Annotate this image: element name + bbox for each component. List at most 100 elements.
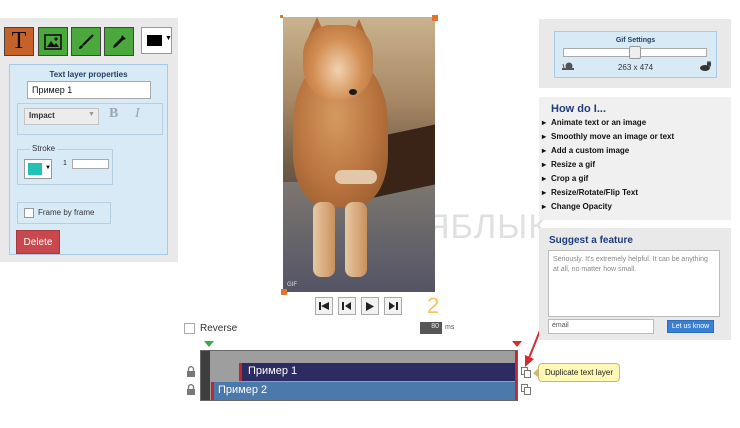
chevron-down-icon: ▼ (88, 111, 95, 118)
timeline-gutter (201, 351, 210, 400)
frame-by-frame-label: Frame by frame (38, 208, 95, 217)
image-tool-button[interactable] (38, 27, 68, 56)
dog-head (303, 25, 373, 100)
gif-watermark: GIF (287, 282, 297, 288)
bullet-icon: ▸ (542, 188, 547, 197)
cat (335, 170, 377, 184)
lock-icon[interactable] (186, 366, 196, 377)
timeline-end-marker[interactable] (512, 341, 522, 347)
how-do-i-item-label: Crop a gif (551, 174, 589, 183)
timeline: Пример 1 Пример 2 (200, 350, 518, 401)
play-icon (366, 301, 374, 311)
frame-by-frame-group: Frame by frame (17, 202, 111, 224)
text-tool-icon: T (11, 28, 27, 54)
bullet-icon: ▸ (542, 146, 547, 155)
stroke-color-swatch (28, 163, 42, 175)
how-do-i-panel: How do I... ▸ Animate text or an image ▸ S… (539, 97, 731, 220)
how-do-i-item[interactable]: ▸ Smoothly move an image or text (542, 132, 674, 146)
dog-leg (345, 202, 367, 277)
gif-size: 263 x 474 (617, 63, 654, 72)
font-select[interactable]: Impact ▼ (24, 108, 99, 125)
gif-settings-panel: Gif Settings 263 x 474 (539, 19, 731, 88)
bullet-icon: ▸ (542, 160, 547, 169)
italic-button[interactable]: I (135, 106, 140, 122)
dog-leg (313, 202, 335, 277)
resize-handle-top-left[interactable] (280, 15, 283, 18)
reverse-checkbox[interactable] (184, 323, 195, 334)
gif-canvas[interactable]: GIF (283, 17, 435, 292)
suggest-feature-textarea[interactable]: Seriously. It's extremely helpful. It ca… (548, 250, 720, 317)
timeline-end-line (515, 351, 517, 400)
stroke-width-value: 1 (63, 160, 67, 167)
how-do-i-item-label: Animate text or an image (551, 118, 647, 127)
how-do-i-item-label: Resize a gif (551, 160, 596, 169)
brush-icon (79, 33, 94, 49)
current-frame-number: 2 (427, 293, 440, 318)
layer-label: Пример 2 (218, 384, 268, 396)
how-do-i-item[interactable]: ▸ Resize/Rotate/Flip Text (542, 188, 674, 202)
timeline-layer-1[interactable]: Пример 1 (239, 363, 515, 381)
bullet-icon: ▸ (542, 118, 547, 127)
step-forward-icon (389, 302, 398, 310)
timeline-start-marker[interactable] (204, 341, 214, 347)
brush-tool-button[interactable] (71, 27, 101, 56)
first-frame-button[interactable] (315, 297, 333, 315)
frame-delay-unit: ms (445, 324, 455, 331)
gif-settings-title: Gif Settings (615, 37, 656, 44)
text-tool-button[interactable]: T (4, 27, 34, 56)
let-us-know-button[interactable]: Let us know (667, 320, 714, 333)
lock-icon[interactable] (186, 384, 196, 395)
next-frame-button[interactable] (384, 297, 402, 315)
timeline-layer-2[interactable]: Пример 2 (211, 382, 515, 400)
how-do-i-item-label: Add a custom image (551, 146, 630, 155)
how-do-i-item[interactable]: ▸ Resize a gif (542, 160, 674, 174)
dog-nose (349, 89, 357, 95)
speed-slider[interactable] (563, 46, 707, 59)
resize-handle-bottom-left[interactable] (281, 289, 287, 295)
how-do-i-item[interactable]: ▸ Change Opacity (542, 202, 674, 216)
suggest-feature-panel: Suggest a feature Seriously. It's extrem… (539, 228, 731, 340)
stroke-width-slider[interactable] (72, 159, 109, 169)
email-input[interactable]: email (548, 319, 654, 334)
stroke-group: Stroke ▼ 1 (17, 144, 113, 185)
reverse-label: Reverse (200, 323, 238, 334)
bold-button[interactable]: B (109, 106, 118, 122)
stroke-label: Stroke (30, 144, 58, 153)
delete-button[interactable]: Delete (16, 230, 60, 254)
how-do-i-title: How do I... (551, 103, 606, 115)
font-group: Impact ▼ B I (17, 103, 163, 135)
color-picker[interactable]: ▼ (141, 27, 172, 54)
left-panel: T ▼ Text layer properties Пример 1 Impac… (0, 18, 178, 262)
skip-back-icon (319, 302, 329, 310)
how-do-i-list: ▸ Animate text or an image ▸ Smoothly move… (542, 118, 674, 216)
how-do-i-item-label: Smoothly move an image or text (551, 132, 675, 141)
bullet-icon: ▸ (542, 202, 547, 211)
stroke-color-picker[interactable]: ▼ (24, 159, 52, 179)
bullet-icon: ▸ (542, 174, 547, 183)
text-layer-properties: Text layer properties Пример 1 Impact ▼ … (9, 64, 168, 255)
font-select-value: Impact (29, 111, 55, 120)
speed-slider-thumb[interactable] (629, 46, 641, 59)
layer-text-input[interactable]: Пример 1 (27, 81, 151, 99)
image-icon (44, 33, 62, 50)
gif-settings-box: Gif Settings 263 x 474 (554, 31, 717, 78)
previous-frame-button[interactable] (338, 297, 356, 315)
how-do-i-item-label: Change Opacity (551, 202, 612, 211)
chevron-down-icon: ▼ (45, 165, 51, 171)
rabbit-icon (700, 61, 711, 71)
how-do-i-item[interactable]: ▸ Crop a gif (542, 174, 674, 188)
duplicate-icon[interactable] (521, 367, 531, 378)
eyedropper-tool-button[interactable] (104, 27, 134, 56)
duplicate-icon[interactable] (521, 384, 531, 395)
chevron-down-icon: ▼ (165, 35, 172, 42)
resize-handle-top-right[interactable] (432, 15, 438, 21)
frame-delay-input[interactable]: 80 (420, 322, 442, 334)
how-do-i-item[interactable]: ▸ Animate text or an image (542, 118, 674, 132)
frame-by-frame-checkbox[interactable] (24, 208, 34, 218)
step-back-icon (342, 302, 351, 310)
how-do-i-item[interactable]: ▸ Add a custom image (542, 146, 674, 160)
bullet-icon: ▸ (542, 132, 547, 141)
background-watermark: ЯБЛЫК (425, 208, 550, 246)
play-button[interactable] (361, 297, 379, 315)
color-swatch (147, 35, 162, 46)
